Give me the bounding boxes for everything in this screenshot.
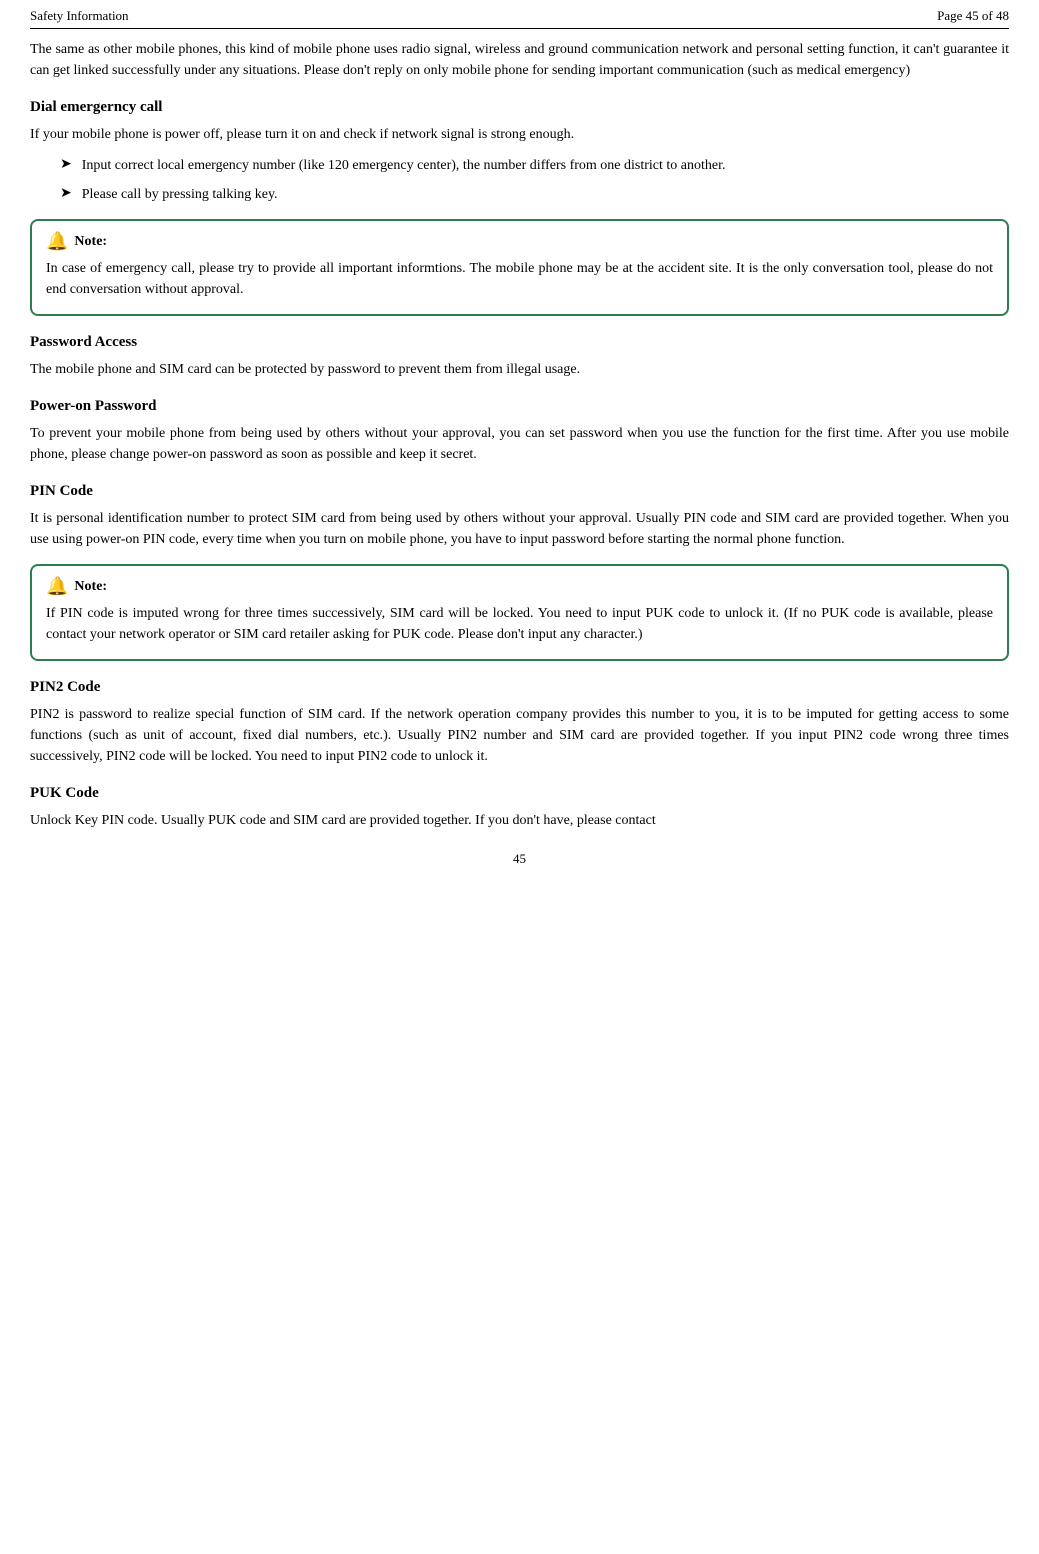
intro-paragraph: The same as other mobile phones, this ki…: [30, 39, 1009, 81]
note-text: In case of emergency call, please try to…: [46, 258, 993, 300]
header-title: Safety Information: [30, 8, 129, 24]
bullet-arrow-icon: ➤: [60, 185, 72, 202]
note-box-pin-code: 🔔 Note: If PIN code is imputed wrong for t…: [30, 564, 1009, 661]
bullet-text: Input correct local emergency number (li…: [82, 155, 1009, 176]
section-heading-password-access: Password Access: [30, 334, 1009, 351]
bullet-item-dial-emergency-1: ➤ Please call by pressing talking key.: [30, 184, 1009, 205]
section-heading-power-on-password: Power-on Password: [30, 398, 1009, 415]
page-number-header: Page 45 of 48: [937, 8, 1009, 24]
section-body-password-access: The mobile phone and SIM card can be pro…: [30, 359, 1009, 380]
section-body-pin-code: It is personal identification number to …: [30, 508, 1009, 550]
bell-icon: 🔔: [46, 576, 68, 597]
bullet-text: Please call by pressing talking key.: [82, 184, 1009, 205]
note-label: Note:: [74, 234, 107, 250]
page-container: Safety Information Page 45 of 48 The sam…: [0, 0, 1039, 1554]
note-box-dial-emergency: 🔔 Note: In case of emergency call, please …: [30, 219, 1009, 316]
section-heading-dial-emergency: Dial emergerncy call: [30, 99, 1009, 116]
note-header: 🔔 Note:: [46, 231, 993, 252]
section-body-dial-emergency: If your mobile phone is power off, pleas…: [30, 124, 1009, 145]
bell-icon: 🔔: [46, 231, 68, 252]
section-body-power-on-password: To prevent your mobile phone from being …: [30, 423, 1009, 465]
page-header: Safety Information Page 45 of 48: [30, 8, 1009, 29]
section-body-pin2-code: PIN2 is password to realize special func…: [30, 704, 1009, 767]
section-heading-puk-code: PUK Code: [30, 785, 1009, 802]
bullet-arrow-icon: ➤: [60, 156, 72, 173]
page-footer: 45: [30, 851, 1009, 867]
sections-container: Dial emergerncy call If your mobile phone…: [30, 99, 1009, 831]
note-text: If PIN code is imputed wrong for three t…: [46, 603, 993, 645]
section-heading-pin2-code: PIN2 Code: [30, 679, 1009, 696]
note-header: 🔔 Note:: [46, 576, 993, 597]
bullet-item-dial-emergency-0: ➤ Input correct local emergency number (l…: [30, 155, 1009, 176]
footer-page-number: 45: [513, 851, 526, 866]
section-heading-pin-code: PIN Code: [30, 483, 1009, 500]
section-body-puk-code: Unlock Key PIN code. Usually PUK code an…: [30, 810, 1009, 831]
note-label: Note:: [74, 579, 107, 595]
